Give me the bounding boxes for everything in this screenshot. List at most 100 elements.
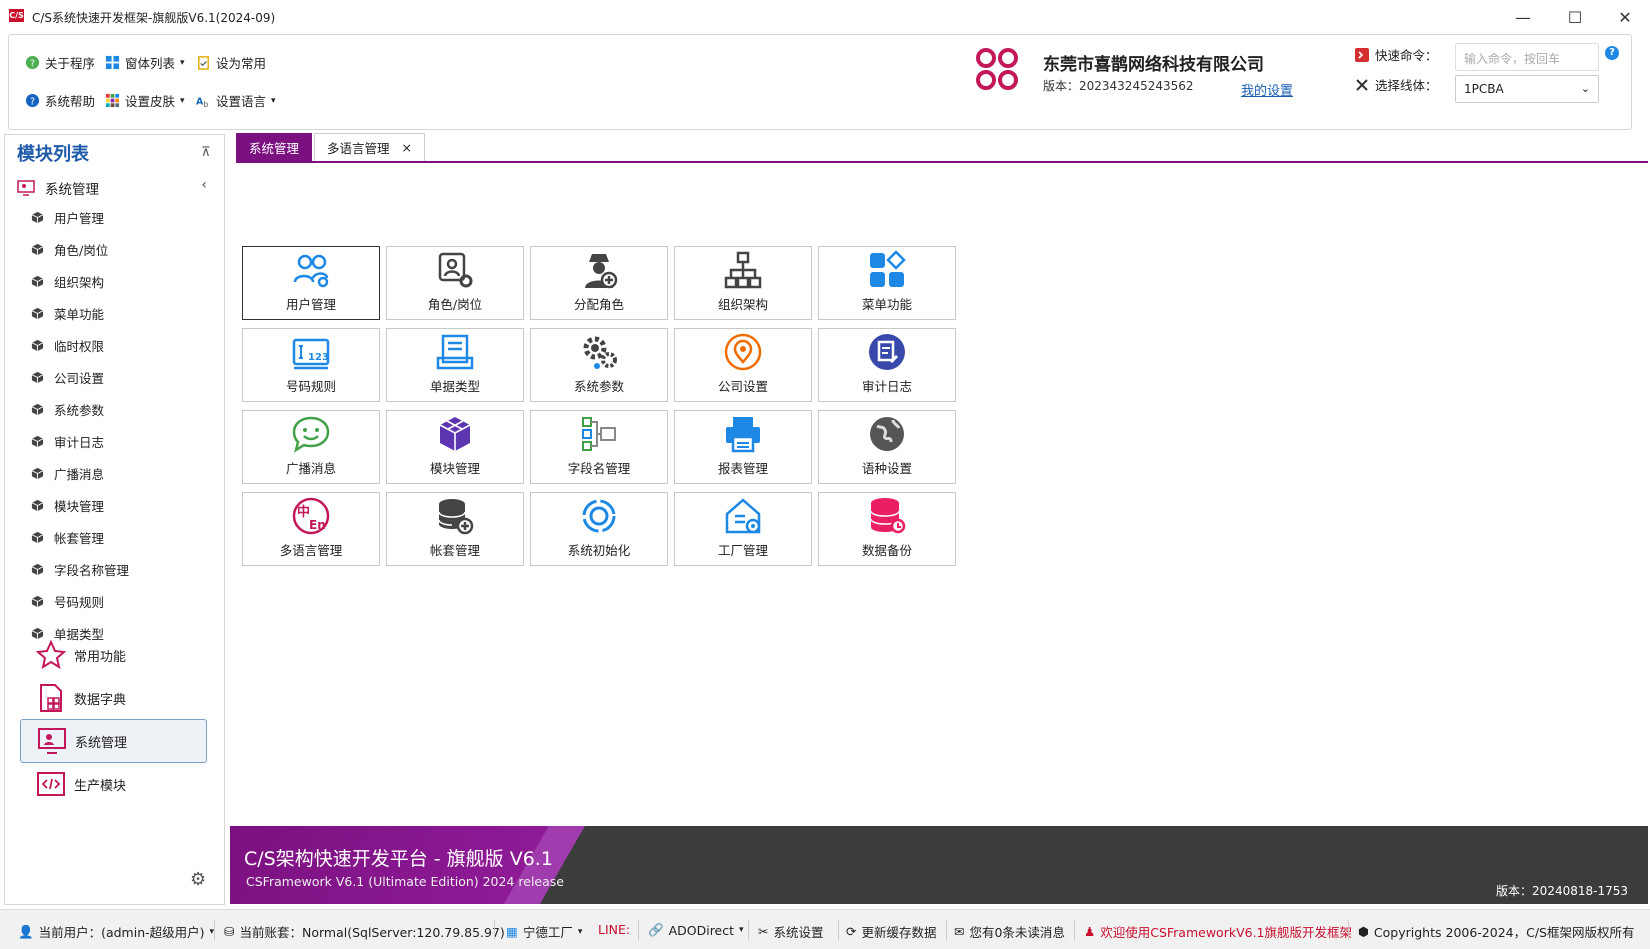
- function-tile[interactable]: 数据备份: [818, 492, 956, 566]
- help-icon[interactable]: ?: [1605, 46, 1619, 60]
- function-tile[interactable]: 用户管理: [242, 246, 380, 320]
- dictionary-icon: [40, 684, 62, 712]
- function-tile[interactable]: 报表管理: [674, 410, 812, 484]
- sidebar-item[interactable]: 临时权限: [31, 335, 104, 355]
- function-tile[interactable]: 系统初始化: [530, 492, 668, 566]
- user-icon: ♟: [1084, 924, 1096, 939]
- function-tile[interactable]: 帐套管理: [386, 492, 524, 566]
- tile-label: 系统初始化: [567, 543, 631, 558]
- close-button[interactable]: ✕: [1602, 0, 1648, 34]
- copyright: ⬢ Copyrights 2006-2024，C/S框架网版权所有: [1358, 922, 1635, 941]
- tab-system-management[interactable]: 系统管理: [236, 133, 313, 161]
- function-tile[interactable]: 语种设置: [818, 410, 956, 484]
- line-select[interactable]: 1PCBA ⌄: [1455, 75, 1599, 103]
- sidebar-item[interactable]: 审计日志: [31, 431, 104, 451]
- function-tile[interactable]: 广播消息: [242, 410, 380, 484]
- sidebar-item-label: 审计日志: [54, 434, 105, 450]
- account-set-icon: [438, 499, 474, 535]
- quick-command-input[interactable]: 输入命令，按回车: [1455, 43, 1599, 71]
- number-rule-icon: 123: [292, 338, 330, 370]
- sidebar-item[interactable]: 组织架构: [31, 271, 104, 291]
- set-skin-button[interactable]: 设置皮肤 ▾: [105, 91, 185, 110]
- maximize-button[interactable]: ☐: [1552, 0, 1598, 34]
- nav-production-module[interactable]: 生产模块: [20, 762, 207, 806]
- function-tile[interactable]: 公司设置: [674, 328, 812, 402]
- sidebar-title: 模块列表: [17, 144, 89, 165]
- tile-label: 菜单功能: [861, 297, 912, 312]
- pin-icon[interactable]: ⊼: [201, 145, 211, 160]
- function-tile[interactable]: 系统参数: [530, 328, 668, 402]
- function-tile[interactable]: 字段名管理: [530, 410, 668, 484]
- sidebar-group-system[interactable]: 系统管理 ‹: [17, 177, 217, 199]
- menu-function-icon: [870, 250, 906, 287]
- refresh-cache-button[interactable]: ⟳ 更新缓存数据: [846, 922, 937, 941]
- separator: [214, 920, 215, 940]
- tile-label: 系统参数: [573, 379, 624, 394]
- function-tile[interactable]: 菜单功能: [818, 246, 956, 320]
- sidebar-item[interactable]: 号码规则: [31, 591, 104, 611]
- nav-label: 数据字典: [74, 692, 127, 708]
- window-list-button[interactable]: 窗体列表 ▾: [105, 53, 185, 72]
- function-tile[interactable]: 模块管理: [386, 410, 524, 484]
- document-type-icon: [436, 334, 474, 370]
- close-icon[interactable]: ×: [402, 140, 412, 155]
- sidebar-item-label: 系统参数: [54, 402, 105, 418]
- tile-label: 报表管理: [717, 461, 768, 476]
- system-help-button[interactable]: ? 系统帮助: [25, 91, 95, 110]
- nav-label: 系统管理: [75, 735, 128, 751]
- tools-icon: ✂: [758, 924, 769, 939]
- set-common-button[interactable]: 设为常用: [196, 53, 266, 72]
- tile-label: 分配角色: [573, 297, 624, 312]
- function-tile[interactable]: 123 号码规则: [242, 328, 380, 402]
- sidebar-item[interactable]: 字段名称管理: [31, 559, 129, 579]
- tile-label: 号码规则: [285, 379, 336, 394]
- sidebar-item[interactable]: 角色/岗位: [31, 239, 108, 259]
- sidebar-item-label: 角色/岗位: [54, 242, 109, 258]
- nav-system-management[interactable]: 系统管理: [20, 719, 207, 763]
- system-settings-button[interactable]: ✂ 系统设置: [758, 922, 824, 941]
- sidebar-item[interactable]: 用户管理: [31, 207, 104, 227]
- factory-selector[interactable]: ▦ 宁德工厂 ▾: [506, 922, 582, 941]
- function-tile[interactable]: 单据类型: [386, 328, 524, 402]
- set-language-button[interactable]: Ab 设置语言 ▾: [196, 91, 276, 110]
- messages-button[interactable]: ✉ 您有0条未读消息: [954, 922, 1065, 941]
- plug-icon: 🔗: [648, 922, 664, 937]
- nav-data-dictionary[interactable]: 数据字典: [20, 676, 207, 720]
- minimize-button[interactable]: —: [1500, 0, 1546, 34]
- function-tile-grid: 用户管理 角色/岗位 分配角色 组织架构 菜单功能 123 号码规则 单据类型 系统参数 公司设置…: [242, 246, 956, 566]
- nav-common-functions[interactable]: 常用功能: [20, 633, 207, 677]
- company-version: 版本：202343245243562: [1043, 79, 1194, 93]
- about-button[interactable]: ? 关于程序: [25, 53, 95, 72]
- separator: [838, 920, 839, 940]
- clipboard-icon: [198, 56, 209, 70]
- system-help-label: 系统帮助: [45, 94, 96, 109]
- top-toolbar: ? 关于程序 窗体列表 ▾ 设为常用 ? 系统帮助 设置皮肤 ▾ Ab 设置语言…: [8, 34, 1632, 130]
- tab-multilanguage[interactable]: 多语言管理 ×: [314, 133, 426, 161]
- sidebar-item[interactable]: 菜单功能: [31, 303, 104, 323]
- settings-gears-icon: [583, 336, 617, 369]
- function-tile[interactable]: 角色/岗位: [386, 246, 524, 320]
- function-tile[interactable]: 分配角色: [530, 246, 668, 320]
- gear-icon[interactable]: ⚙: [190, 869, 206, 890]
- function-tile[interactable]: 中 En 多语言管理: [242, 492, 380, 566]
- app-logo-icon: C/S: [9, 9, 24, 22]
- function-tile[interactable]: 审计日志: [818, 328, 956, 402]
- tile-label: 工厂管理: [717, 543, 768, 558]
- current-user[interactable]: 👤 当前用户：(admin-超级用户) ▾: [18, 922, 214, 941]
- role-icon: [438, 252, 473, 288]
- sidebar-item[interactable]: 帐套管理: [31, 527, 104, 547]
- my-settings-link[interactable]: 我的设置: [1241, 80, 1293, 99]
- ado-selector[interactable]: 🔗 ADODirect ▾: [648, 922, 744, 938]
- current-user-label: 当前用户：(admin-超级用户): [38, 925, 205, 940]
- sidebar-item[interactable]: 广播消息: [31, 463, 104, 483]
- function-tile[interactable]: 工厂管理: [674, 492, 812, 566]
- company-location-icon: [724, 333, 762, 371]
- sidebar-item[interactable]: 系统参数: [31, 399, 104, 419]
- window-title: C/S系统快速开发框架-旗舰版V6.1(2024-09): [32, 11, 276, 25]
- sidebar-item-label: 号码规则: [54, 594, 105, 610]
- tile-label: 语种设置: [861, 461, 912, 476]
- sidebar-item[interactable]: 公司设置: [31, 367, 104, 387]
- sidebar-item[interactable]: 模块管理: [31, 495, 104, 515]
- function-tile[interactable]: 组织架构: [674, 246, 812, 320]
- line-status: LINE:: [598, 922, 631, 937]
